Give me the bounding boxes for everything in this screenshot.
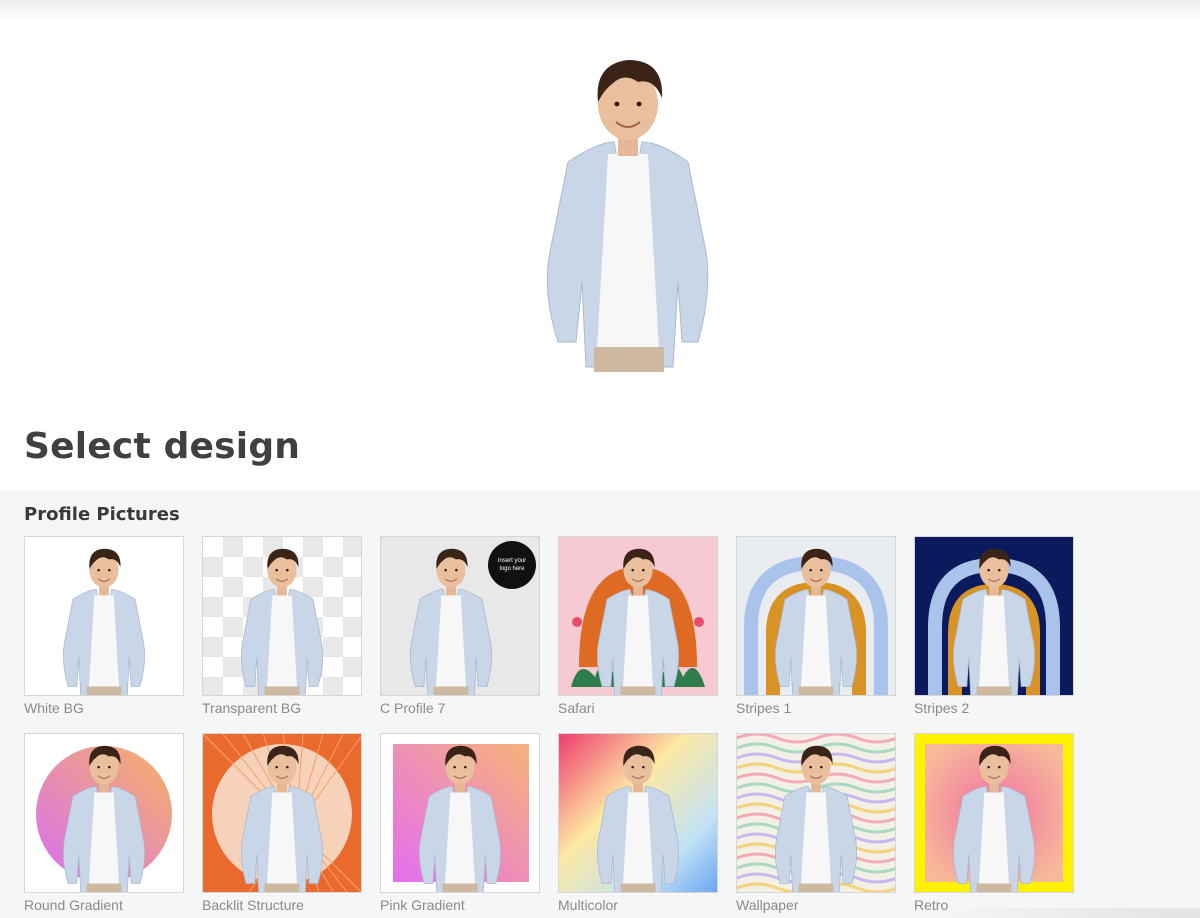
design-card-white[interactable]: White BG — [24, 536, 184, 719]
design-label: Multicolor — [558, 897, 618, 913]
thumbnail-art — [559, 734, 717, 892]
design-grid: White BG Transparent BG Insert your logo… — [24, 536, 1074, 916]
person-photo — [546, 60, 709, 372]
thumbnail-art — [737, 537, 895, 695]
design-thumbnail[interactable] — [24, 536, 184, 696]
design-thumbnail[interactable]: Insert your logo here — [380, 536, 540, 696]
design-thumbnail[interactable] — [202, 733, 362, 893]
design-card-wallpaper[interactable]: Wallpaper — [736, 733, 896, 916]
design-card-stripes1[interactable]: Stripes 1 — [736, 536, 896, 719]
design-card-multicolor[interactable]: Multicolor — [558, 733, 718, 916]
thumbnail-art — [559, 537, 717, 695]
design-label: Transparent BG — [202, 700, 302, 716]
design-card-cprofile[interactable]: Insert your logo here C Profile 7 — [380, 536, 540, 719]
profile-pictures-title: Profile Pictures — [24, 504, 180, 525]
design-label: White BG — [24, 700, 84, 716]
thumbnail-art — [915, 537, 1073, 695]
logo-placeholder-text: logo here — [499, 566, 525, 572]
design-card-safari[interactable]: Safari — [558, 536, 718, 719]
design-thumbnail[interactable] — [558, 536, 718, 696]
thumbnail-art — [203, 537, 361, 695]
design-gallery: Profile Pictures White BG Transparent BG — [0, 490, 1200, 918]
select-design-title: Select design — [24, 426, 301, 467]
design-thumbnail[interactable] — [24, 733, 184, 893]
design-thumbnail[interactable] — [914, 733, 1074, 893]
design-label: Pink Gradient — [380, 897, 465, 913]
design-label: Safari — [558, 700, 595, 716]
design-label: C Profile 7 — [380, 700, 446, 716]
design-label: Stripes 2 — [914, 700, 970, 716]
design-label: Round Gradient — [24, 897, 123, 913]
design-card-stripes2[interactable]: Stripes 2 — [914, 536, 1074, 719]
design-label: Backlit Structure — [202, 897, 304, 913]
design-card-backlit[interactable]: Backlit Structure — [202, 733, 362, 916]
design-thumbnail[interactable] — [914, 536, 1074, 696]
thumbnail-art — [915, 734, 1073, 892]
design-label: Wallpaper — [736, 897, 799, 913]
design-card-roundgradient[interactable]: Round Gradient — [24, 733, 184, 916]
design-thumbnail[interactable] — [380, 733, 540, 893]
design-thumbnail[interactable] — [202, 536, 362, 696]
thumbnail-art — [737, 734, 895, 892]
thumbnail-art — [203, 734, 361, 892]
scroll-shadow — [930, 908, 1200, 918]
design-thumbnail[interactable] — [736, 733, 896, 893]
design-card-pinkgradient[interactable]: Pink Gradient — [380, 733, 540, 916]
thumbnail-art — [25, 734, 183, 892]
design-card-retro[interactable]: Retro — [914, 733, 1074, 916]
thumbnail-art — [381, 734, 539, 892]
thumbnail-art — [25, 537, 183, 695]
design-thumbnail[interactable] — [558, 733, 718, 893]
design-card-transparent[interactable]: Transparent BG — [202, 536, 362, 719]
design-label: Stripes 1 — [736, 700, 792, 716]
thumbnail-art: Insert your logo here — [381, 537, 539, 695]
logo-placeholder-text: Insert your — [498, 558, 526, 564]
design-thumbnail[interactable] — [736, 536, 896, 696]
hero-preview-image — [528, 42, 728, 372]
top-bar-shadow — [0, 0, 1200, 22]
